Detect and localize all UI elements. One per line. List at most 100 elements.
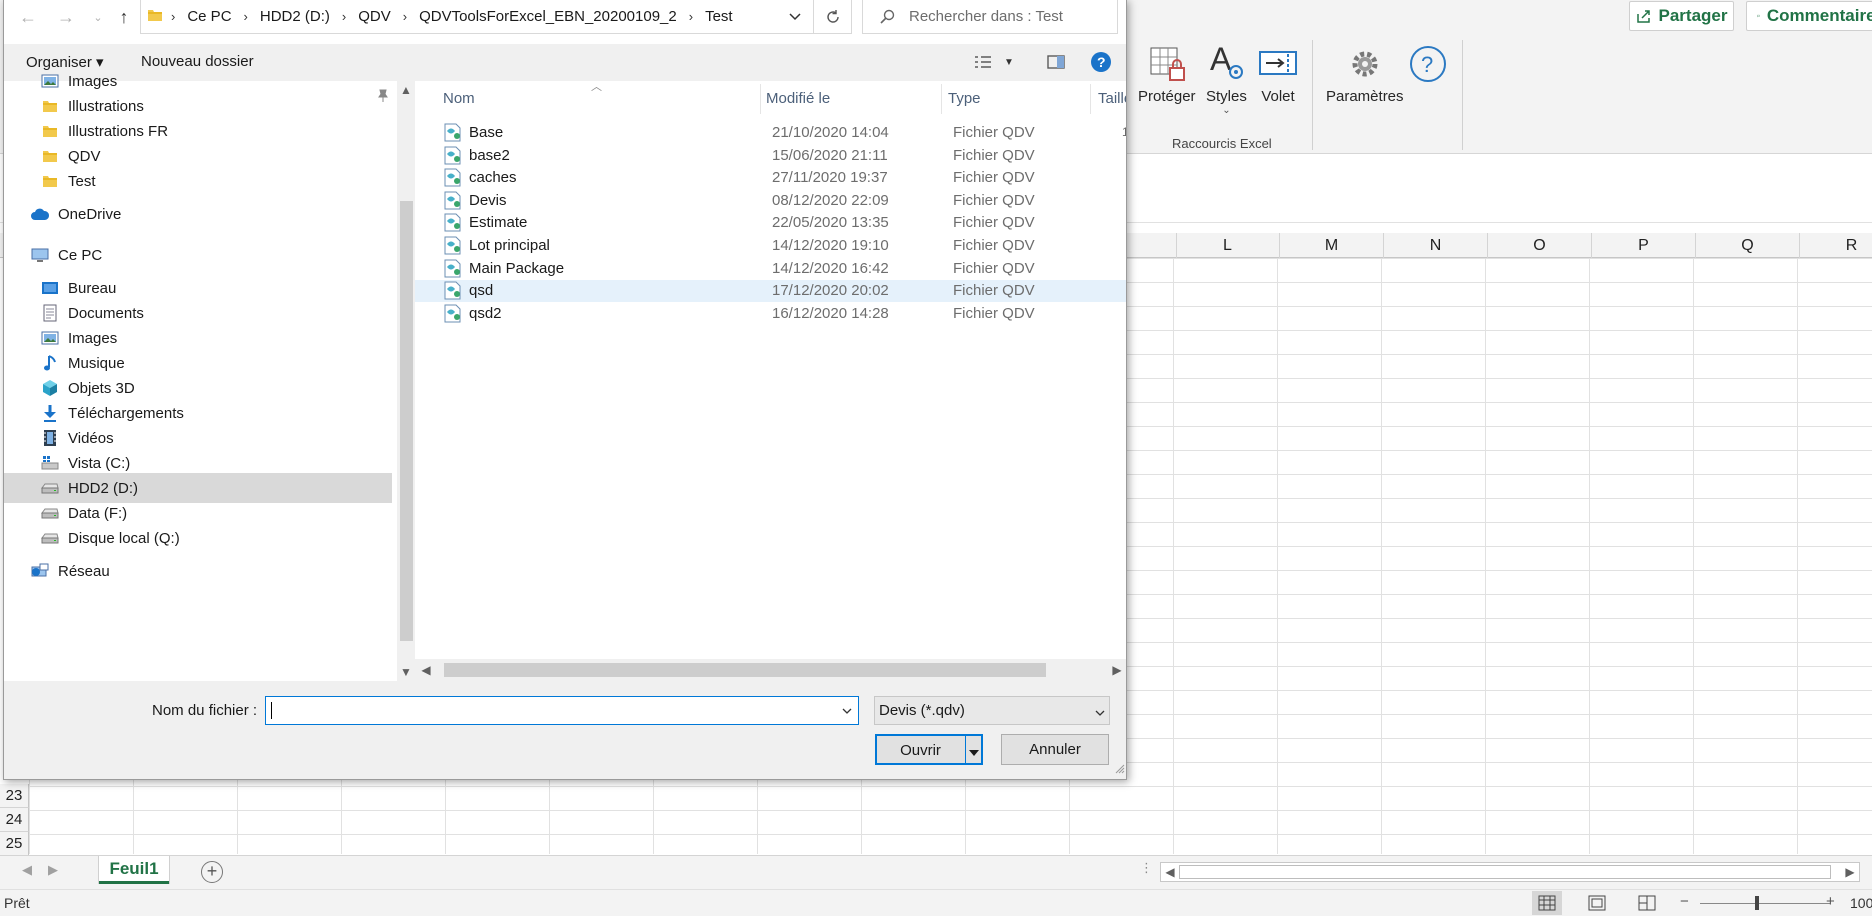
nav-item-r-seau[interactable]: Réseau [4,556,392,586]
desktop-icon [40,278,60,298]
navigation-scrollbar[interactable]: ▲ ▼ [397,81,415,681]
breadcrumb-separator-icon[interactable]: › [403,9,407,24]
file-row[interactable]: Lot principal 14/12/2020 19:10 Fichier QDV [415,235,1126,257]
normal-view-icon[interactable] [1532,891,1562,915]
styles-dropdown-icon: ⌄ [1222,105,1231,116]
zoom-in-icon[interactable]: + [1826,893,1835,910]
add-sheet-icon[interactable]: + [201,861,223,883]
page-break-icon[interactable] [1632,891,1662,915]
file-row[interactable]: Devis 08/12/2020 22:09 Fichier QDV [415,190,1126,212]
open-options-dropdown-icon[interactable] [968,744,980,761]
zoom-out-icon[interactable]: − [1680,893,1689,910]
scroll-left-icon[interactable]: ◀ [1161,865,1179,879]
zoom-level[interactable]: 100 [1850,895,1872,911]
column-divider[interactable] [760,84,761,114]
pane-button[interactable]: Volet [1258,44,1298,105]
file-row[interactable]: Estimate 22/05/2020 13:35 Fichier QDV [415,212,1126,234]
column-header-date[interactable]: Modifié le [766,90,830,107]
column-header-name[interactable]: Nom [443,90,475,107]
prev-sheet-icon[interactable]: ◀ [22,862,32,878]
row-header[interactable]: 24 [0,808,29,832]
column-header[interactable]: L [1176,233,1280,258]
file-type-filter[interactable]: Devis (*.qdv) [874,696,1110,725]
column-divider[interactable] [941,84,942,114]
qdv-file-icon [443,281,463,300]
scroll-down-icon[interactable]: ▼ [397,665,415,679]
search-box[interactable]: Rechercher dans : Test [862,0,1118,34]
scroll-left-icon[interactable]: ◀ [417,663,435,677]
breadcrumb-separator-icon[interactable]: › [689,9,693,24]
file-row[interactable]: Base 21/10/2020 14:04 Fichier QDV [415,122,1126,144]
open-button[interactable]: Ouvrir [875,734,983,765]
breadcrumb-separator-icon[interactable]: › [342,9,346,24]
scrollbar-thumb[interactable] [400,201,413,641]
scrollbar-thumb[interactable] [1179,865,1831,879]
file-row[interactable]: qsd2 16/12/2020 14:28 Fichier QDV [415,303,1126,325]
help-button[interactable]: ? [1408,44,1448,88]
settings-button[interactable]: Paramètres [1326,44,1404,105]
splitter-handle-icon[interactable]: ⋮ [1140,860,1153,876]
page-layout-icon[interactable] [1582,891,1612,915]
nav-item-disque-local-q-[interactable]: Disque local (Q:) [4,523,392,553]
scrollbar-thumb[interactable] [444,663,1046,677]
nav-item-onedrive[interactable]: OneDrive [4,199,392,229]
filename-dropdown-icon[interactable] [836,697,858,724]
column-header[interactable]: P [1592,233,1696,258]
zoom-slider-knob[interactable] [1755,896,1759,910]
file-row[interactable]: Main Package 14/12/2020 16:42 Fichier QDV [415,258,1126,280]
resize-grip-icon[interactable] [1115,761,1125,778]
up-arrow-icon[interactable]: ↑ [112,5,136,29]
filter-dropdown-icon[interactable] [1095,703,1105,720]
filename-input[interactable] [266,697,826,724]
column-header-size[interactable]: Taille [1098,90,1126,107]
file-row[interactable]: qsd 17/12/2020 20:02 Fichier QDV [415,280,1126,303]
next-sheet-icon[interactable]: ▶ [48,862,58,878]
row-header[interactable]: 25 [0,832,29,856]
column-divider[interactable] [1090,84,1091,114]
nav-item-ce-pc[interactable]: Ce PC [4,240,392,270]
column-header[interactable]: Q [1696,233,1800,258]
breadcrumb-item[interactable]: QDVToolsForExcel_EBN_20200109_2 [419,8,677,25]
scroll-right-icon[interactable]: ▶ [1108,663,1126,677]
scroll-right-icon[interactable]: ▶ [1841,865,1859,879]
recent-locations-icon[interactable]: ⌄ [86,5,110,29]
address-dropdown-icon[interactable] [777,0,813,33]
zoom-slider[interactable] [1700,903,1830,904]
filename-field[interactable] [265,696,859,725]
breadcrumb-separator-icon[interactable]: › [244,9,248,24]
file-type: Fichier QDV [953,237,1035,254]
file-row[interactable]: base2 15/06/2020 21:11 Fichier QDV [415,145,1126,167]
scroll-up-icon[interactable]: ▲ [397,83,415,97]
refresh-button[interactable] [814,0,852,34]
styles-button[interactable]: A Styles ⌄ [1206,40,1247,116]
comments-button[interactable]: Commentaires [1746,1,1872,31]
nav-item-label: Réseau [58,562,110,580]
breadcrumb-item[interactable]: Test [705,8,733,25]
nav-item-test[interactable]: Test [4,166,392,196]
column-header-type[interactable]: Type [948,90,981,107]
music-icon [40,353,60,373]
row-header[interactable]: 23 [0,784,29,808]
file-list-horizontal-scrollbar[interactable]: ◀ ▶ [415,659,1126,681]
column-header[interactable]: N [1384,233,1488,258]
sheet-horizontal-scrollbar[interactable]: ◀ ▶ [1160,862,1860,882]
cancel-button[interactable]: Annuler [1001,734,1109,765]
column-header[interactable]: O [1488,233,1592,258]
sheet-tab[interactable]: Feuil1 [99,856,169,884]
preview-pane-button[interactable] [1044,50,1068,74]
share-button[interactable]: Partager [1629,1,1734,31]
breadcrumb-item[interactable]: QDV [358,8,391,25]
back-arrow-icon[interactable]: ← [16,5,40,29]
protect-button[interactable]: Protéger [1138,44,1196,105]
change-view-button[interactable]: ▼ [974,50,1014,74]
pin-icon[interactable] [376,89,390,107]
forward-arrow-icon[interactable]: → [54,5,78,29]
address-bar[interactable]: › Ce PC › HDD2 (D:) › QDV › QDVToolsForE… [140,0,814,34]
file-row[interactable]: caches 27/11/2020 19:37 Fichier QDV [415,167,1126,189]
column-header[interactable]: R [1800,233,1872,258]
breadcrumb-item[interactable]: Ce PC [187,8,231,25]
help-button[interactable]: ? [1089,50,1113,74]
column-header[interactable]: M [1280,233,1384,258]
breadcrumb-item[interactable]: HDD2 (D:) [260,8,330,25]
file-type: Fichier QDV [953,282,1035,300]
